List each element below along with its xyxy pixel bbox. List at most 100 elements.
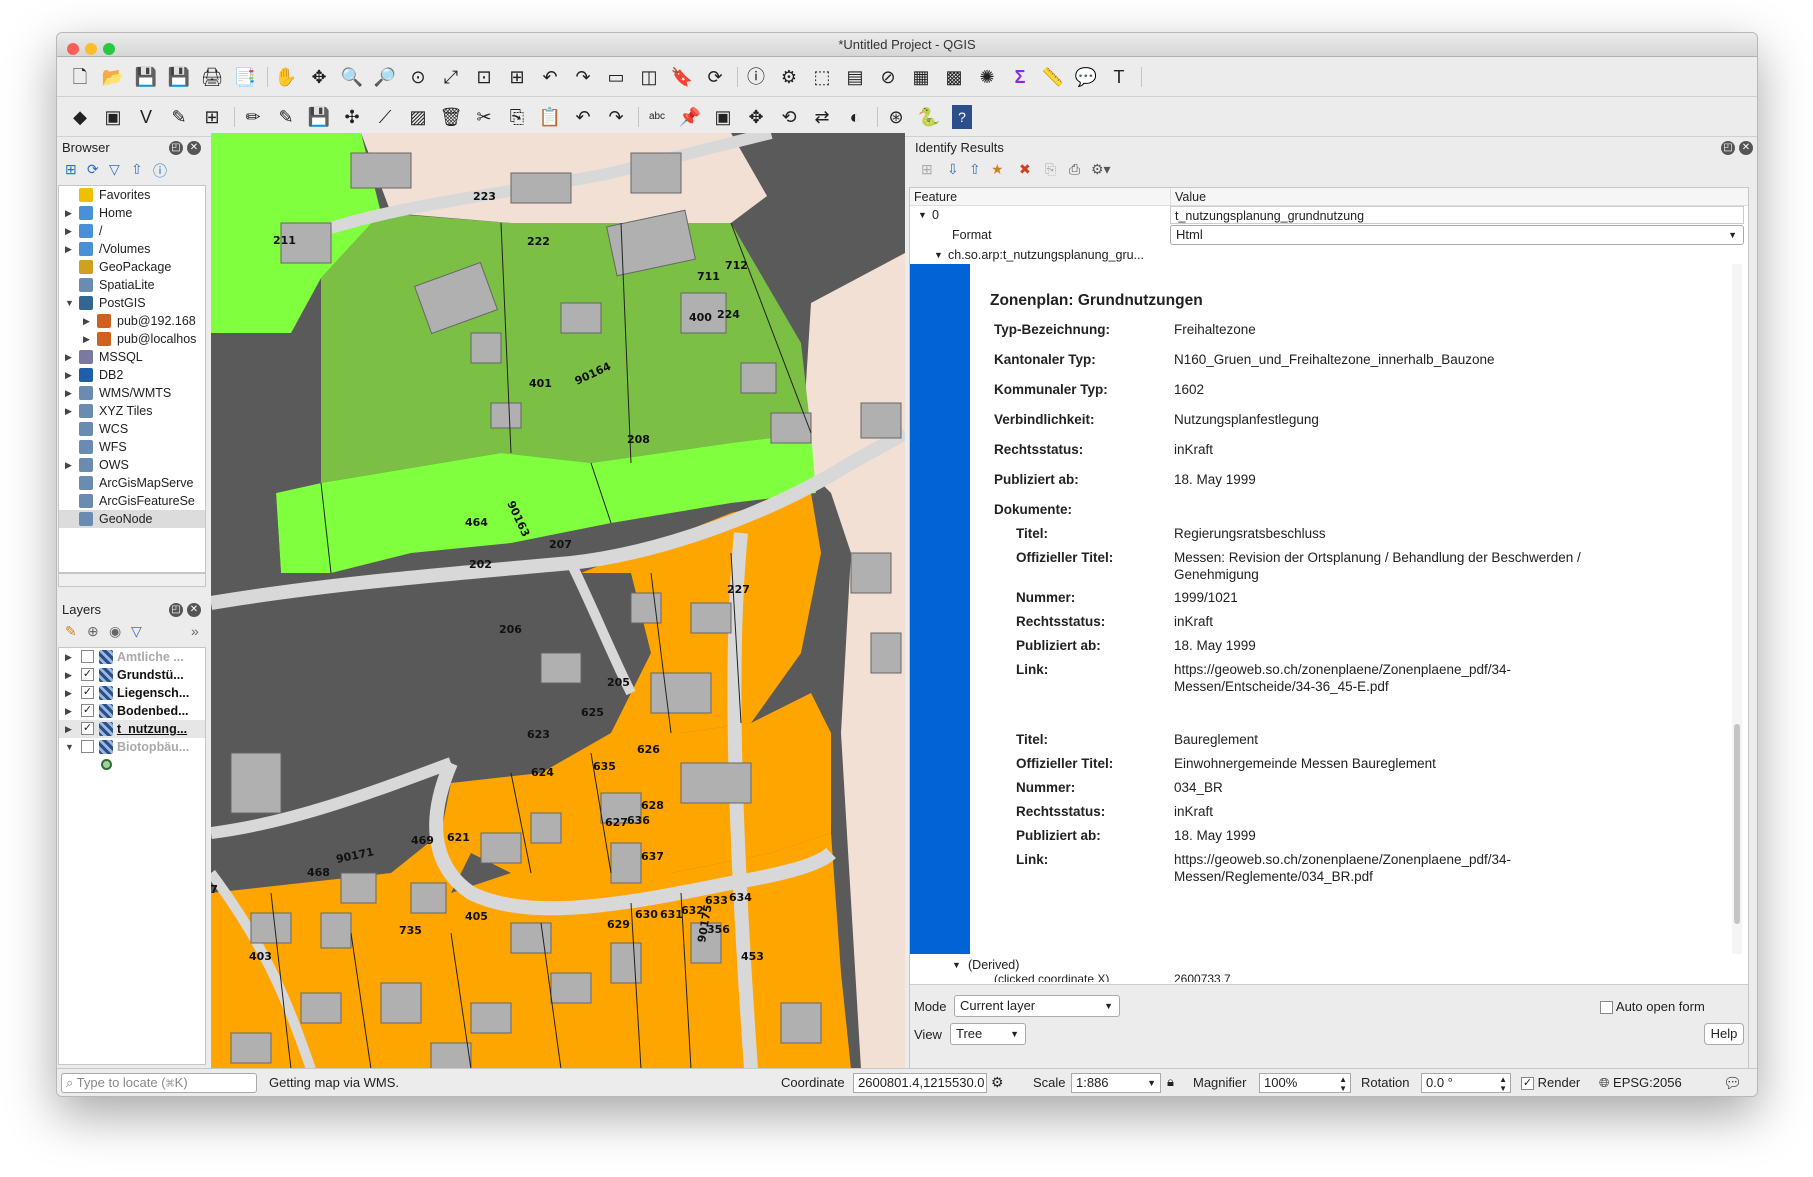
layer-item[interactable]: ▼ Biotopbäu... xyxy=(59,738,205,756)
add-wms-icon[interactable]: ⊞ xyxy=(199,105,225,129)
tips-icon[interactable]: 💬 xyxy=(1073,65,1099,89)
expand-arrow-icon[interactable]: ▶ xyxy=(65,720,72,738)
expand-arrow-icon[interactable]: ▼ xyxy=(65,294,74,312)
clear-results-icon[interactable]: ✖ xyxy=(1019,161,1031,178)
layer-visibility-checkbox[interactable]: ✓ xyxy=(81,686,94,699)
locator-input[interactable]: ⌕ Type to locate (⌘K) xyxy=(61,1073,257,1093)
browser-item[interactable]: ▶ Home xyxy=(59,204,205,222)
collapse-all-icon[interactable]: ⇧ xyxy=(969,161,981,178)
filter-legend-icon[interactable]: ▽ xyxy=(131,623,142,640)
expand-arrow-icon[interactable]: ▶ xyxy=(83,330,90,348)
format-select[interactable]: Html ▼ xyxy=(1170,225,1744,245)
feature-row-0[interactable]: ▼ 0 t_nutzungsplanung_grundnutzung xyxy=(910,206,1748,224)
scroll-thumb[interactable] xyxy=(1734,724,1740,924)
toggle-edit-icon[interactable]: ✎ xyxy=(273,105,299,129)
copy-icon[interactable]: ⎘ xyxy=(504,105,530,129)
new-print-layout-icon[interactable]: 🖨 xyxy=(199,65,225,89)
layer-node-row[interactable]: ▼ ch.so.arp:t_nutzungsplanung_gru... xyxy=(910,246,1748,264)
expand-arrow-icon[interactable]: ▼ xyxy=(65,738,74,756)
add-selected-icon[interactable]: ⊞ xyxy=(65,161,77,178)
zoom-last-icon[interactable]: ↶ xyxy=(537,65,563,89)
select-icon[interactable]: ⬚ xyxy=(809,65,835,89)
add-delimited-icon[interactable]: V xyxy=(133,105,159,129)
collapse-all-icon[interactable]: ⇧ xyxy=(131,161,143,178)
sum-icon[interactable]: Σ xyxy=(1007,65,1033,89)
delete-icon[interactable]: 🗑 xyxy=(438,105,464,129)
render-checkbox[interactable]: ✓ xyxy=(1521,1077,1534,1091)
mode-select[interactable]: Current layer ▼ xyxy=(954,995,1120,1017)
close-layers-icon[interactable]: ✕ xyxy=(187,603,201,617)
rotate-label-icon[interactable]: ⟲ xyxy=(776,105,802,129)
expand-arrow-icon[interactable]: ▶ xyxy=(65,366,72,384)
layer-styling-icon[interactable]: ✎ xyxy=(65,623,77,640)
expand-arrow-icon[interactable]: ▶ xyxy=(65,456,72,474)
browser-item[interactable]: GeoNode xyxy=(59,510,205,528)
expand-arrow-icon[interactable]: ▶ xyxy=(65,204,72,222)
properties-icon[interactable]: ⓘ xyxy=(153,161,167,181)
save-project-icon[interactable]: 💾 xyxy=(133,65,159,89)
pan-icon[interactable]: ✋ xyxy=(273,65,299,89)
expand-new-results-icon[interactable]: ★ xyxy=(991,161,1004,178)
help-button[interactable]: Help xyxy=(1704,1023,1744,1045)
georeferencer-icon[interactable]: ⊛ xyxy=(883,105,909,129)
browser-item[interactable]: SpatiaLite xyxy=(59,276,205,294)
browser-item[interactable]: ArcGisFeatureSe xyxy=(59,492,205,510)
select-value-icon[interactable]: ▤ xyxy=(842,65,868,89)
browser-item[interactable]: ArcGisMapServe xyxy=(59,474,205,492)
expand-all-icon[interactable]: ⇩ xyxy=(947,161,959,178)
zoom-native-icon[interactable]: ⊙ xyxy=(405,65,431,89)
coordinate-toggle-icon[interactable]: ⚙ xyxy=(991,1074,1004,1091)
doc-link[interactable]: Messen/Entscheide/34-36_45-E.pdf xyxy=(1174,679,1389,694)
scale-combo[interactable]: 1:886 ▼ xyxy=(1071,1073,1161,1093)
expand-arrow-icon[interactable]: ▶ xyxy=(65,222,72,240)
add-raster-icon[interactable]: ▣ xyxy=(100,105,126,129)
cut-icon[interactable]: ✂ xyxy=(471,105,497,129)
new-map-view-icon[interactable]: ▭ xyxy=(603,65,629,89)
rotation-spinbox[interactable]: 0.0 ° ▲ ▼ xyxy=(1421,1073,1511,1093)
doc-link[interactable]: https://geoweb.so.ch/zonenplaene/Zonenpl… xyxy=(1174,662,1511,677)
filter-browser-icon[interactable]: ▽ xyxy=(109,161,120,178)
close-window-icon[interactable] xyxy=(67,43,79,55)
browser-item[interactable]: WFS xyxy=(59,438,205,456)
browser-item[interactable]: ▶ MSSQL xyxy=(59,348,205,366)
browser-item[interactable]: GeoPackage xyxy=(59,258,205,276)
help-icon[interactable]: ? xyxy=(952,105,972,129)
more-options-icon[interactable]: » xyxy=(191,623,199,639)
edit-pencil-icon[interactable]: ✏ xyxy=(240,105,266,129)
change-label-icon[interactable]: ⇄ xyxy=(809,105,835,129)
expand-arrow-icon[interactable]: ▶ xyxy=(65,240,72,258)
expand-tree-icon[interactable]: ⊞ xyxy=(921,161,933,178)
browser-item[interactable]: ▶ DB2 xyxy=(59,366,205,384)
crs-button[interactable]: 🌐︎ EPSG:2056 xyxy=(1599,1075,1682,1091)
python-icon[interactable]: 🐍 xyxy=(916,105,942,129)
auto-open-form[interactable]: Auto open form xyxy=(1600,999,1705,1015)
move-label-icon[interactable]: ✥ xyxy=(743,105,769,129)
expand-arrow-icon[interactable]: ▼ xyxy=(934,246,943,264)
html-vscroll[interactable] xyxy=(1732,264,1742,954)
label-icon[interactable]: abc xyxy=(644,105,670,129)
minimize-window-icon[interactable] xyxy=(85,43,97,55)
new-project-icon[interactable]: 🗋 xyxy=(67,65,93,89)
expand-arrow-icon[interactable]: ▶ xyxy=(65,384,72,402)
zoom-to-layer-icon[interactable]: ⊞ xyxy=(504,65,530,89)
refresh-browser-icon[interactable]: ⟳ xyxy=(87,161,99,178)
open-project-icon[interactable]: 📂 xyxy=(100,65,126,89)
manage-visibility-icon[interactable]: ◉ xyxy=(109,623,121,640)
pan-to-selection-icon[interactable]: ✥ xyxy=(306,65,332,89)
digitize-icon[interactable]: ✎ xyxy=(166,105,192,129)
zoom-window-icon[interactable] xyxy=(103,43,115,55)
expand-arrow-icon[interactable]: ▼ xyxy=(918,206,927,224)
auto-open-form-checkbox[interactable] xyxy=(1600,1001,1613,1015)
map-canvas[interactable]: 2144749016690165223211222711712224400401… xyxy=(211,133,905,1069)
save-edits-icon[interactable]: 💾 xyxy=(306,105,332,129)
text-annotation-icon[interactable]: T xyxy=(1106,65,1132,89)
browser-item[interactable]: ▶ pub@192.168 xyxy=(59,312,205,330)
modify-attributes-icon[interactable]: ▨ xyxy=(405,105,431,129)
browser-item[interactable]: WCS xyxy=(59,420,205,438)
statistics-icon[interactable]: ✺ xyxy=(974,65,1000,89)
browser-item[interactable]: ▶ XYZ Tiles xyxy=(59,402,205,420)
browser-item[interactable]: ▶ / xyxy=(59,222,205,240)
map-svg[interactable]: 2144749016690165223211222711712224400401… xyxy=(211,133,905,1069)
float-layers-icon[interactable]: ◰ xyxy=(169,603,183,617)
browser-item[interactable]: ▶ /Volumes xyxy=(59,240,205,258)
